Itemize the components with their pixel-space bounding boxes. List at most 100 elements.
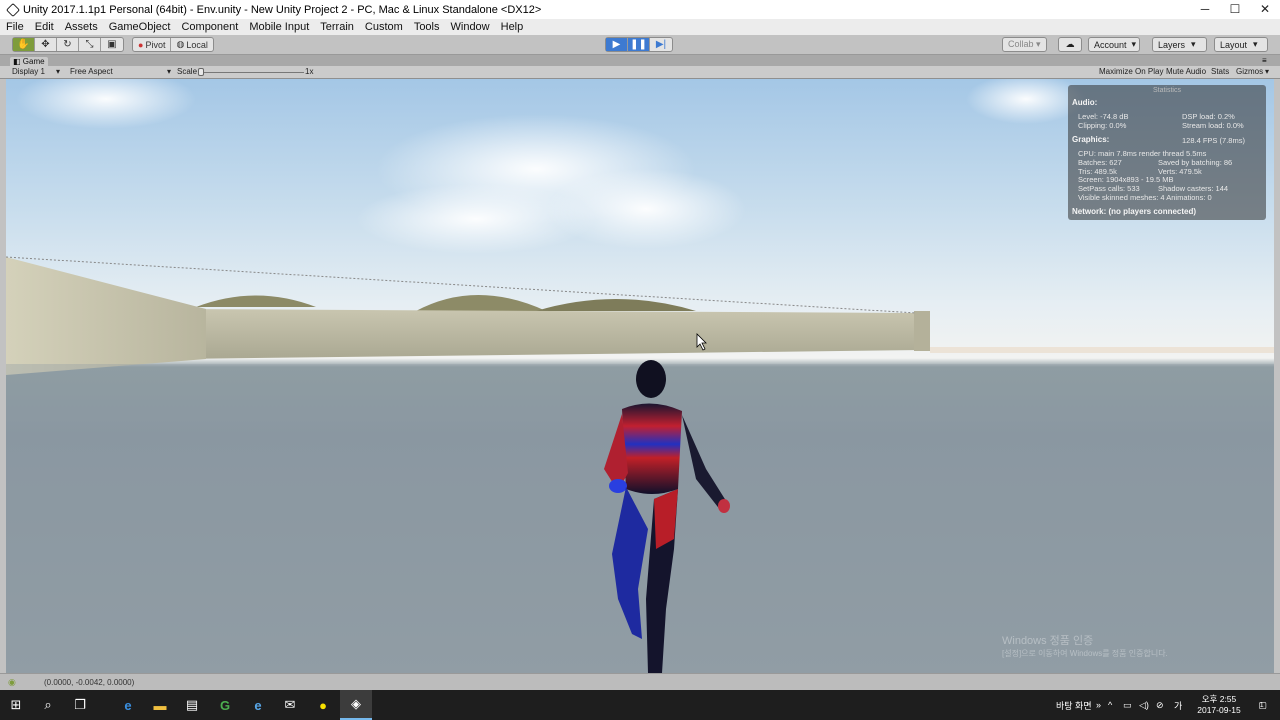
edge-browser-icon[interactable]: e xyxy=(112,690,144,720)
hill xyxy=(196,295,316,307)
collab-button[interactable]: Collab ▾ xyxy=(1002,37,1047,52)
play-controls: ▶ ❚❚ ▶| xyxy=(605,37,673,52)
chevron-down-icon: ▾ xyxy=(1253,39,1258,49)
gizmos-dropdown[interactable]: Gizmos xyxy=(1236,67,1263,76)
stream-load: Stream load: 0.0% xyxy=(1182,121,1244,130)
unity-taskbar-icon[interactable]: ◈ xyxy=(340,690,372,720)
menu-assets[interactable]: Assets xyxy=(65,21,98,33)
game-viewport[interactable]: Statistics Audio: Level: -74.8 dB DSP lo… xyxy=(6,79,1274,673)
scale-slider-track[interactable] xyxy=(200,72,304,73)
pivot-button[interactable]: ● Pivot xyxy=(133,38,172,51)
maximize-on-play-toggle[interactable]: Maximize On Play xyxy=(1099,67,1163,76)
main-toolbar: ✋ ✥ ↻ ⤡ ▣ ● Pivot ◍ Local ▶ ❚❚ ▶| Collab ▾… xyxy=(0,35,1280,55)
pause-icon[interactable]: ❚❚ xyxy=(628,38,650,51)
layout-label: Layout xyxy=(1220,39,1248,50)
chevron-down-icon: ▾ xyxy=(1265,67,1270,76)
toolbar-chevron-icon[interactable]: » xyxy=(1096,690,1101,720)
horizon xyxy=(930,347,1274,353)
account-dropdown[interactable]: Account ▾ xyxy=(1088,37,1140,52)
minimize-button[interactable]: ─ xyxy=(1190,0,1220,19)
wall-pillar xyxy=(914,311,930,351)
play-icon[interactable]: ▶ xyxy=(606,38,628,51)
statistics-header: Statistics xyxy=(1152,87,1181,94)
file-explorer-icon[interactable]: ▬ xyxy=(144,690,176,720)
kakaotalk-icon[interactable]: ● xyxy=(307,690,339,720)
activation-watermark-title: Windows 정품 인증 xyxy=(1002,635,1094,647)
left-wall xyxy=(6,257,206,375)
blocked-icon[interactable]: ⊘ xyxy=(1156,690,1164,720)
clock[interactable]: 오후 2:55 2017-09-15 xyxy=(1188,694,1250,716)
back-wall xyxy=(176,309,924,359)
batches: Batches: 627 xyxy=(1078,158,1122,167)
menu-mobile-input[interactable]: Mobile Input xyxy=(249,21,309,33)
maximize-button[interactable]: ☐ xyxy=(1220,0,1250,19)
character-head xyxy=(636,360,666,398)
menu-tools[interactable]: Tools xyxy=(414,21,440,33)
clock-time: 오후 2:55 xyxy=(1201,694,1237,704)
chevron-down-icon: ▾ xyxy=(1131,39,1137,49)
chevron-down-icon: ▾ xyxy=(167,67,172,76)
layers-label: Layers xyxy=(1158,39,1186,50)
setpass-calls: SetPass calls: 533 xyxy=(1078,184,1140,193)
graphics-title: Graphics: xyxy=(1072,135,1110,144)
move-tool-icon[interactable]: ✥ xyxy=(35,38,57,51)
fps: 128.4 FPS (7.8ms) xyxy=(1182,136,1245,145)
clipping: Clipping: 0.0% xyxy=(1078,121,1127,130)
scale-slider-handle[interactable] xyxy=(198,68,204,76)
local-button[interactable]: ◍ Local xyxy=(171,38,212,51)
volume-icon[interactable]: ◁) xyxy=(1139,690,1149,720)
network-icon[interactable]: ▭ xyxy=(1123,690,1132,720)
mute-audio-toggle[interactable]: Mute Audio xyxy=(1166,67,1206,76)
chrome-icon[interactable]: G xyxy=(209,690,241,720)
mail-icon[interactable]: ✉ xyxy=(274,690,306,720)
search-icon[interactable]: ⌕ xyxy=(32,690,64,720)
desktop-toolbar[interactable]: 바탕 화면 xyxy=(1056,690,1092,720)
taskbar: ⊞ ⌕ ❐ e ▬ ▤ G e ✉ ● ◈ 바탕 화면 » ^ ▭ ◁) ⊘ 가… xyxy=(0,690,1280,720)
log-icon: ◉ xyxy=(8,677,16,687)
activation-watermark-text: [설정]으로 이동하여 Windows를 정품 인증합니다. xyxy=(1002,649,1168,658)
task-view-icon[interactable]: ❐ xyxy=(64,690,96,720)
stats-toggle[interactable]: Stats xyxy=(1211,67,1229,76)
hand-tool-icon[interactable]: ✋ xyxy=(13,38,35,51)
menu-terrain[interactable]: Terrain xyxy=(320,21,354,33)
tab-menu-icon[interactable]: ≡ xyxy=(1262,56,1267,65)
scale-value: 1x xyxy=(305,67,314,76)
menu-component[interactable]: Component xyxy=(181,21,238,33)
scale-tool-icon[interactable]: ⤡ xyxy=(79,38,101,51)
menu-file[interactable]: File xyxy=(6,21,24,33)
window-title: Unity 2017.1.1p1 Personal (64bit) - Env.… xyxy=(23,3,542,16)
ie-icon[interactable]: e xyxy=(242,690,274,720)
dsp-load: DSP load: 0.2% xyxy=(1182,112,1235,121)
ime-icon[interactable]: 가 xyxy=(1174,690,1182,720)
rotate-tool-icon[interactable]: ↻ xyxy=(57,38,79,51)
account-label: Account xyxy=(1094,39,1127,50)
menu-edit[interactable]: Edit xyxy=(35,21,54,33)
menu-custom[interactable]: Custom xyxy=(365,21,403,33)
hill xyxy=(416,295,546,311)
chevron-down-icon: ▾ xyxy=(1191,39,1196,49)
menu-help[interactable]: Help xyxy=(501,21,524,33)
step-icon[interactable]: ▶| xyxy=(650,38,672,51)
display-dropdown[interactable]: Display 1 xyxy=(12,67,45,76)
cloud-icon[interactable]: ☁ xyxy=(1058,37,1082,52)
menu-window[interactable]: Window xyxy=(451,21,490,33)
character-torso xyxy=(622,403,682,494)
notification-count: 1 xyxy=(1259,701,1264,709)
tray-up-icon[interactable]: ^ xyxy=(1108,690,1112,720)
layout-dropdown[interactable]: Layout ▾ xyxy=(1214,37,1268,52)
rect-tool-icon[interactable]: ▣ xyxy=(101,38,123,51)
hill xyxy=(536,299,696,311)
character-hand xyxy=(609,479,627,493)
store-icon[interactable]: ▤ xyxy=(176,690,208,720)
windows-start-icon[interactable]: ⊞ xyxy=(0,690,32,720)
title-bar: Unity 2017.1.1p1 Personal (64bit) - Env.… xyxy=(0,0,1280,19)
game-icon: ◧ xyxy=(13,57,23,66)
status-bar[interactable]: ◉ (0.0000, -0.0042, 0.0000) xyxy=(0,673,1280,690)
cpu-time: CPU: main 7.8ms render thread 5.5ms xyxy=(1078,149,1207,158)
layers-dropdown[interactable]: Layers ▾ xyxy=(1152,37,1207,52)
cloud xyxy=(16,79,196,129)
menu-gameobject[interactable]: GameObject xyxy=(109,21,171,33)
notification-center-icon[interactable]: ▢ 1 xyxy=(1250,690,1272,720)
aspect-dropdown[interactable]: Free Aspect xyxy=(70,67,113,76)
close-button[interactable]: ✕ xyxy=(1250,0,1280,19)
